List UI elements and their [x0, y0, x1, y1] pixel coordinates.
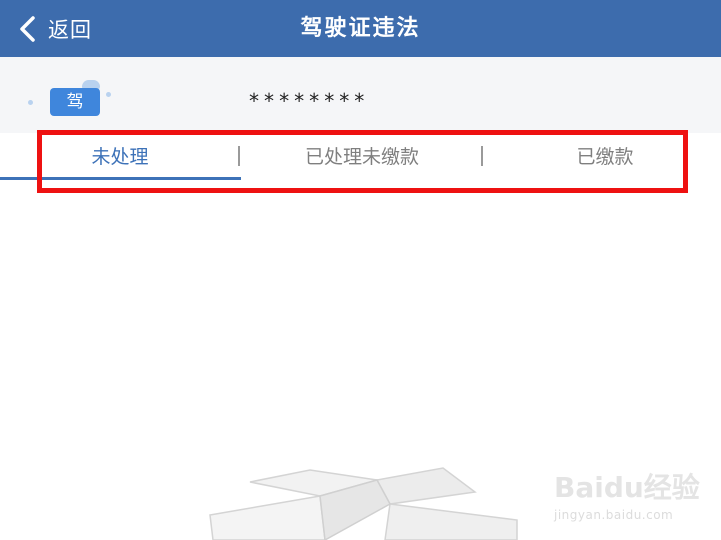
tab-unprocessed[interactable]: 未处理 [50, 133, 190, 181]
watermark-url: jingyan.baidu.com [554, 508, 674, 522]
license-badge: 驾 [50, 88, 100, 116]
license-avatar: 驾 [26, 80, 116, 122]
watermark: Baidu经验 jingyan.baidu.com [548, 460, 718, 532]
tab-paid[interactable]: 已缴款 [540, 133, 670, 181]
masked-license-number: ******** [248, 89, 369, 113]
tab-processed-unpaid[interactable]: 已处理未缴款 [262, 133, 462, 181]
watermark-brand: Baidu经验 [554, 471, 700, 504]
active-tab-indicator [0, 177, 241, 180]
page-title: 驾驶证违法 [300, 16, 421, 41]
tab-divider [238, 146, 240, 166]
top-bar: 返回 驾驶证违法 [0, 0, 721, 57]
license-profile: 驾 ******** [0, 57, 721, 133]
tab-divider [481, 146, 483, 166]
empty-box-icon [209, 467, 518, 540]
status-tabs: 未处理 已处理未缴款 已缴款 [0, 133, 721, 181]
